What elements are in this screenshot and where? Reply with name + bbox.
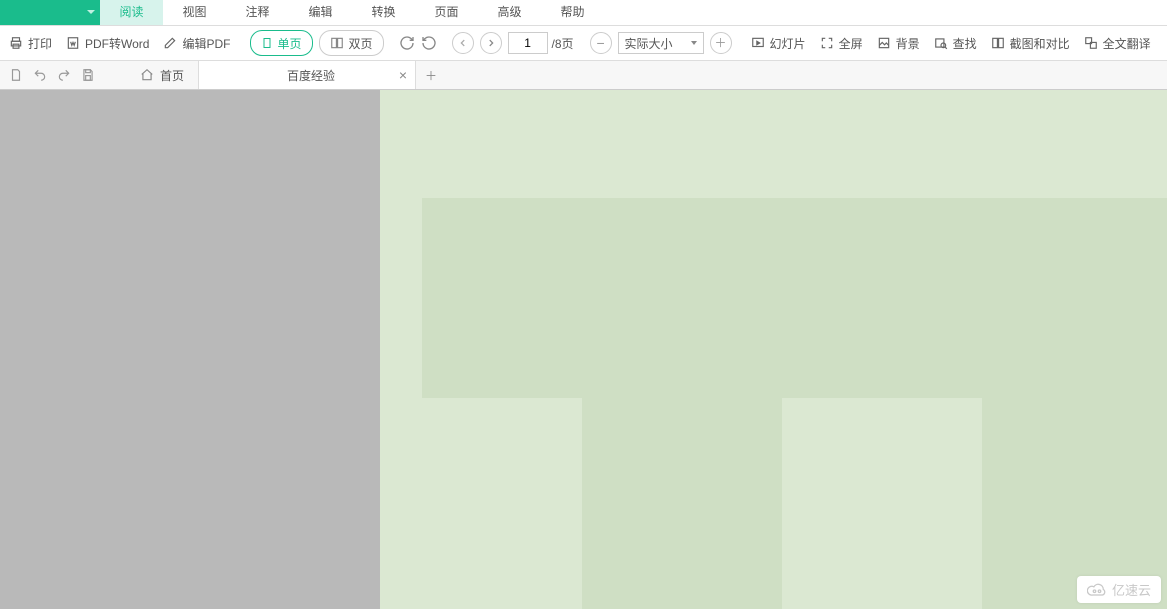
double-page-icon — [330, 36, 344, 50]
menu-tab-read[interactable]: 阅读 — [100, 0, 163, 25]
print-icon — [9, 36, 23, 50]
pdf-to-word-button[interactable]: PDF转Word — [59, 28, 156, 58]
menu-tab-edit[interactable]: 编辑 — [289, 0, 352, 25]
single-page-button[interactable]: 单页 — [250, 30, 313, 56]
word-icon — [66, 36, 80, 50]
content-area — [0, 90, 1167, 609]
full-translate-label: 全文翻译 — [1103, 35, 1151, 52]
plus-icon: ＋ — [425, 67, 437, 84]
chevron-right-icon — [486, 38, 496, 48]
new-doc-button[interactable] — [8, 67, 24, 83]
zoom-select[interactable]: 实际大小 — [618, 32, 704, 54]
slideshow-label: 幻灯片 — [770, 35, 806, 52]
menu-tab-view[interactable]: 视图 — [163, 0, 226, 25]
compare-icon — [991, 36, 1005, 50]
page-total-label: /8页 — [552, 35, 574, 52]
page-number-input[interactable] — [508, 32, 548, 54]
redo-button[interactable] — [56, 67, 72, 83]
zoom-select-label: 实际大小 — [625, 35, 673, 52]
home-tab[interactable]: 首页 — [126, 61, 199, 89]
print-label: 打印 — [28, 35, 52, 52]
page-block — [982, 198, 1167, 609]
background-label: 背景 — [896, 35, 920, 52]
watermark-label: 亿速云 — [1112, 580, 1151, 599]
chevron-left-icon — [458, 38, 468, 48]
toolbar: 打印 PDF转Word 编辑PDF 单页 双页 /8页 − 实际大小 ＋ — [0, 26, 1167, 61]
document-viewport[interactable] — [380, 90, 1167, 609]
single-page-icon — [261, 36, 273, 50]
double-page-label: 双页 — [349, 35, 373, 52]
save-button[interactable] — [80, 67, 96, 83]
app-menu-button[interactable] — [0, 0, 100, 25]
document-tab-label: 百度经验 — [287, 67, 335, 84]
fullscreen-label: 全屏 — [839, 35, 863, 52]
fullscreen-button[interactable]: 全屏 — [813, 28, 870, 58]
page-block — [582, 198, 782, 609]
watermark: 亿速云 — [1077, 576, 1161, 603]
cloud-icon — [1087, 583, 1107, 597]
fullscreen-icon — [820, 36, 834, 50]
menu-tab-page[interactable]: 页面 — [415, 0, 478, 25]
tab-bar: 首页 百度经验 × ＋ — [0, 61, 1167, 90]
redo-icon — [56, 68, 72, 82]
quick-access — [0, 61, 104, 89]
rotate-cw-button[interactable] — [396, 28, 418, 58]
slideshow-button[interactable]: 幻灯片 — [744, 28, 813, 58]
find-button[interactable]: 查找 — [927, 28, 984, 58]
menu-tab-help[interactable]: 帮助 — [541, 0, 604, 25]
rotate-cw-icon — [399, 35, 415, 51]
menu-tab-advanced[interactable]: 高级 — [478, 0, 541, 25]
find-label: 查找 — [953, 35, 977, 52]
slideshow-icon — [751, 36, 765, 50]
edit-icon — [163, 36, 177, 50]
double-page-button[interactable]: 双页 — [319, 30, 384, 56]
undo-button[interactable] — [32, 67, 48, 83]
background-icon — [877, 36, 891, 50]
rotate-ccw-button[interactable] — [418, 28, 440, 58]
file-icon — [9, 68, 23, 82]
screenshot-compare-button[interactable]: 截图和对比 — [984, 28, 1077, 58]
home-tab-label: 首页 — [160, 67, 184, 84]
save-icon — [81, 68, 95, 82]
page-block — [422, 198, 582, 398]
minus-icon: − — [596, 36, 604, 50]
plus-icon: ＋ — [715, 37, 727, 49]
translate-icon — [1084, 36, 1098, 50]
add-tab-button[interactable]: ＋ — [416, 61, 446, 89]
zoom-out-button[interactable]: − — [590, 32, 612, 54]
next-page-button[interactable] — [480, 32, 502, 54]
edit-pdf-label: 编辑PDF — [182, 35, 230, 52]
full-translate-button[interactable]: 全文翻译 — [1077, 28, 1158, 58]
pdf-to-word-label: PDF转Word — [85, 35, 149, 52]
background-button[interactable]: 背景 — [870, 28, 927, 58]
single-page-label: 单页 — [278, 35, 302, 52]
edit-pdf-button[interactable]: 编辑PDF — [156, 28, 237, 58]
menu-tab-convert[interactable]: 转换 — [352, 0, 415, 25]
menu-bar: 阅读 视图 注释 编辑 转换 页面 高级 帮助 — [0, 0, 1167, 26]
home-icon — [140, 68, 154, 82]
prev-page-button[interactable] — [452, 32, 474, 54]
find-icon — [934, 36, 948, 50]
rotate-ccw-icon — [421, 35, 437, 51]
menu-tab-annotate[interactable]: 注释 — [226, 0, 289, 25]
undo-icon — [32, 68, 48, 82]
zoom-in-button[interactable]: ＋ — [710, 32, 732, 54]
sidebar-panel — [0, 90, 380, 609]
page-block — [782, 198, 982, 398]
screenshot-compare-label: 截图和对比 — [1010, 35, 1070, 52]
print-button[interactable]: 打印 — [2, 28, 59, 58]
document-tab[interactable]: 百度经验 × — [199, 61, 416, 89]
close-tab-button[interactable]: × — [399, 68, 407, 82]
